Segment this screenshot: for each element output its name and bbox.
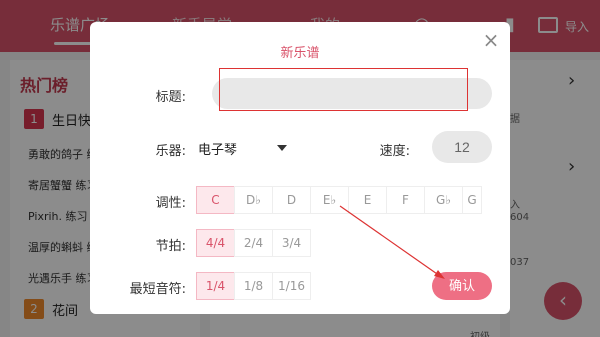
key-option-eb[interactable]: E♭ xyxy=(310,186,349,214)
shortest-note-label: 最短音符: xyxy=(129,282,186,297)
key-selector: C D♭ D E♭ E F G♭ G xyxy=(196,186,482,214)
beat-selector: 4/4 2/4 3/4 xyxy=(196,229,311,257)
note-selector: 1/4 1/8 1/16 xyxy=(196,272,311,300)
speed-label: 速度: xyxy=(379,144,410,159)
key-option-g[interactable]: G xyxy=(462,186,482,214)
instrument-select[interactable]: 电子琴 xyxy=(198,139,237,158)
key-option-d[interactable]: D xyxy=(272,186,311,214)
beat-option-2-4[interactable]: 2/4 xyxy=(234,229,273,257)
close-icon[interactable]: × xyxy=(482,30,500,50)
key-option-gb[interactable]: G♭ xyxy=(424,186,463,214)
confirm-button[interactable]: 确认 xyxy=(432,272,492,300)
title-input[interactable] xyxy=(212,78,492,109)
beat-label: 节拍: xyxy=(155,239,186,254)
key-label: 调性: xyxy=(155,196,186,211)
speed-input[interactable] xyxy=(432,131,492,163)
key-option-f[interactable]: F xyxy=(386,186,425,214)
new-sheet-dialog: 新乐谱 × 标题: 乐器: 电子琴 速度: 调性: C D♭ D E♭ E F … xyxy=(90,22,510,314)
title-label: 标题: xyxy=(155,90,186,105)
beat-option-3-4[interactable]: 3/4 xyxy=(272,229,311,257)
key-option-c[interactable]: C xyxy=(196,186,235,214)
key-option-db[interactable]: D♭ xyxy=(234,186,273,214)
dialog-title: 新乐谱 xyxy=(280,46,320,61)
caret-down-icon[interactable] xyxy=(277,145,287,151)
beat-option-4-4[interactable]: 4/4 xyxy=(196,229,235,257)
note-option-1-4[interactable]: 1/4 xyxy=(196,272,235,300)
key-option-e[interactable]: E xyxy=(348,186,387,214)
instrument-label: 乐器: xyxy=(155,144,186,159)
note-option-1-16[interactable]: 1/16 xyxy=(272,272,311,300)
note-option-1-8[interactable]: 1/8 xyxy=(234,272,273,300)
